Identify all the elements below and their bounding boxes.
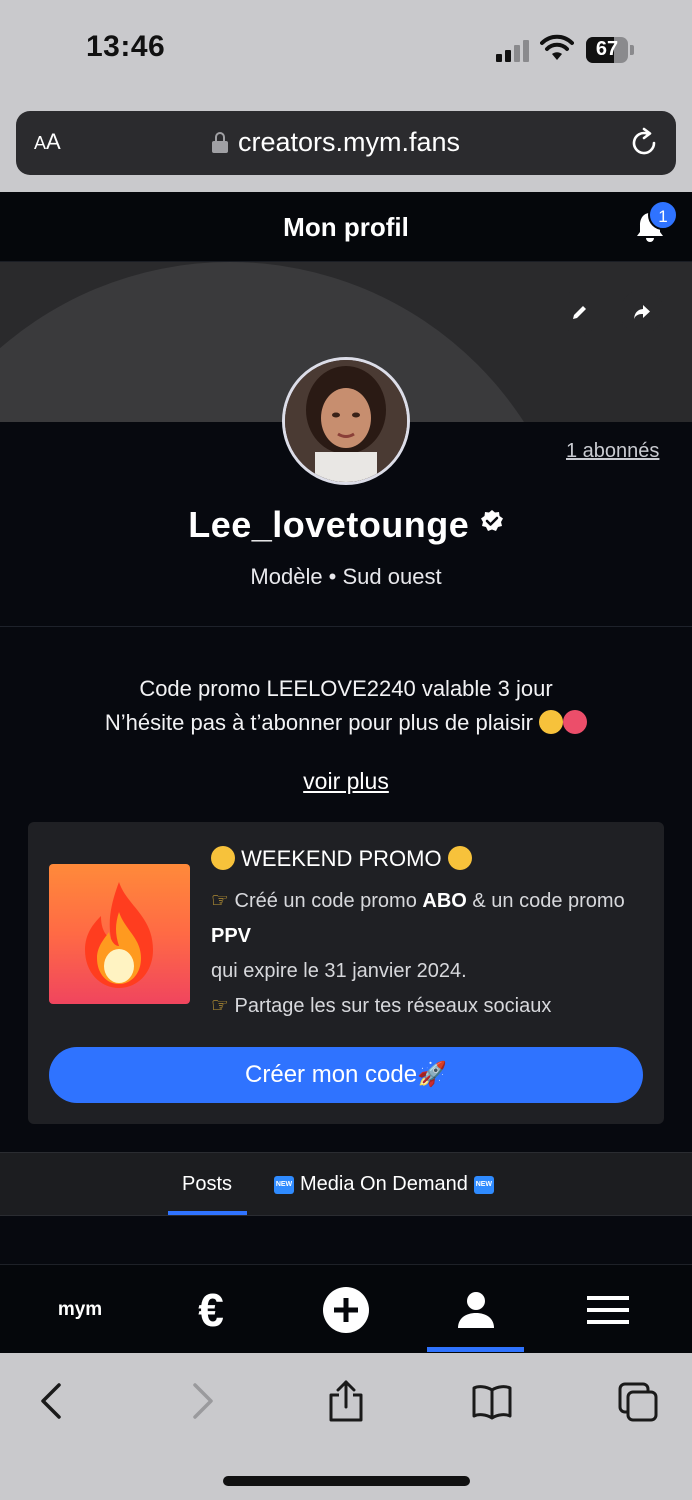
home-indicator bbox=[223, 1476, 470, 1486]
profile-bio: Code promo LEELOVE2240 valable 3 jour N’… bbox=[0, 672, 692, 740]
username: Lee_lovetounge bbox=[188, 504, 470, 545]
active-tab-indicator bbox=[168, 1211, 247, 1215]
hamburger-menu-icon bbox=[587, 1295, 629, 1324]
lock-icon bbox=[212, 132, 228, 154]
nav-wallet-euro-icon[interactable]: € bbox=[176, 1265, 246, 1354]
bottom-navigation: mym € bbox=[0, 1264, 692, 1353]
fire-icon bbox=[85, 882, 153, 988]
plus-circle-icon bbox=[323, 1286, 369, 1333]
bio-line-2-row: N’hésite pas à t’abonner pour plus de pl… bbox=[0, 706, 692, 740]
hot-face-emoji-icon bbox=[563, 710, 588, 734]
share-icon[interactable] bbox=[326, 1380, 366, 1422]
avatar[interactable] bbox=[282, 357, 410, 485]
battery-level: 67 bbox=[595, 38, 619, 60]
wifi-icon bbox=[540, 34, 574, 60]
content-tabs: Posts NEW Media On Demand NEW bbox=[0, 1152, 692, 1216]
nav-menu-button[interactable] bbox=[572, 1265, 644, 1354]
bio-line-2: N’hésite pas à t’abonner pour plus de pl… bbox=[104, 710, 533, 735]
promo-description: ☞ Créé un code promo ABO & un code promo… bbox=[211, 884, 641, 1024]
tabs-overview-icon[interactable] bbox=[618, 1380, 658, 1422]
username-row: Lee_lovetounge bbox=[0, 504, 692, 546]
smiling-hearts-emoji-icon bbox=[211, 846, 235, 870]
tab-media-on-demand[interactable]: NEW Media On Demand NEW bbox=[274, 1173, 494, 1196]
nav-profile-button[interactable] bbox=[427, 1265, 524, 1354]
notification-badge: 1 bbox=[648, 200, 678, 230]
app-header: Mon profil bbox=[0, 192, 692, 262]
pointing-hand-icon: ☞ bbox=[211, 995, 229, 1017]
new-badge-icon: NEW bbox=[274, 1175, 294, 1194]
cellular-signal-icon bbox=[496, 38, 529, 62]
create-code-button[interactable]: Créer mon code🚀 bbox=[49, 1047, 643, 1103]
promo-line-1: ☞ Créé un code promo ABO & un code promo… bbox=[211, 890, 625, 947]
nav-home-logo[interactable]: mym bbox=[40, 1265, 120, 1354]
edit-profile-button[interactable] bbox=[558, 290, 602, 334]
battery-icon: 67 bbox=[586, 37, 628, 63]
pencil-icon bbox=[573, 306, 586, 319]
shushing-face-emoji-icon bbox=[539, 710, 564, 734]
bio-line-1: Code promo LEELOVE2240 valable 3 jour bbox=[139, 676, 553, 701]
page-title: Mon profil bbox=[283, 212, 409, 242]
pointing-hand-icon: ☞ bbox=[211, 890, 229, 912]
profile-role: Modèle • Sud ouest bbox=[250, 564, 442, 589]
text-size-button[interactable]: AA bbox=[34, 129, 61, 155]
subscribers-link[interactable]: 1 abonnés bbox=[566, 440, 659, 463]
new-badge-icon: NEW bbox=[473, 1175, 494, 1194]
status-time: 13:46 bbox=[86, 30, 166, 63]
promo-line-2: qui expire le 31 janvier 2024. bbox=[211, 960, 467, 982]
share-arrow-icon bbox=[634, 305, 650, 319]
nav-add-button[interactable] bbox=[310, 1265, 382, 1354]
back-arrow-icon[interactable] bbox=[32, 1380, 72, 1422]
smiling-hearts-emoji-icon bbox=[447, 846, 472, 870]
user-icon bbox=[457, 1291, 494, 1328]
rocket-icon: 🚀 bbox=[417, 1061, 447, 1088]
address-bar[interactable]: AA creators.mym.fans bbox=[16, 111, 676, 175]
url-text[interactable]: creators.mym.fans bbox=[238, 127, 460, 158]
promo-title-row: WEEKEND PROMO bbox=[211, 846, 472, 872]
promo-card: WEEKEND PROMO ☞ Créé un code promo ABO &… bbox=[28, 822, 664, 1124]
battery-cap bbox=[630, 45, 634, 55]
see-more-link[interactable]: voir plus bbox=[0, 768, 692, 795]
promo-title: WEEKEND PROMO bbox=[241, 846, 442, 871]
verified-badge-icon bbox=[480, 510, 503, 531]
reload-icon[interactable] bbox=[628, 127, 660, 159]
bookmarks-book-icon[interactable] bbox=[472, 1380, 512, 1422]
nav-active-indicator bbox=[427, 1347, 524, 1352]
promo-line-3: ☞ Partage les sur tes réseaux sociaux bbox=[211, 995, 552, 1017]
tab-posts[interactable]: Posts bbox=[182, 1173, 232, 1196]
fire-image bbox=[49, 864, 190, 1004]
share-profile-button[interactable] bbox=[620, 290, 664, 334]
forward-arrow-icon[interactable] bbox=[182, 1380, 222, 1422]
